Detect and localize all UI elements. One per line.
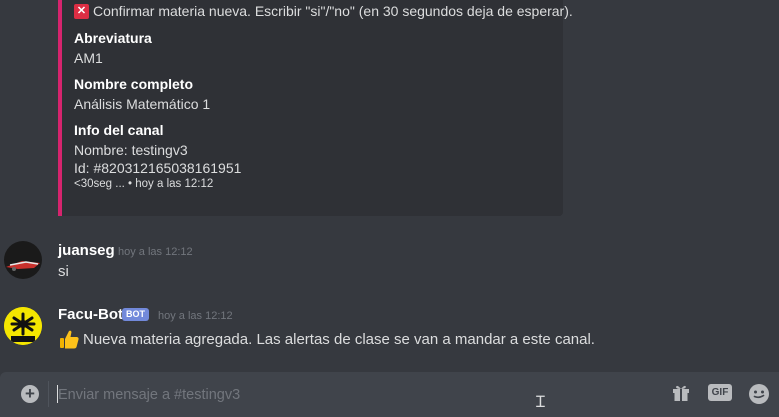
field-value-canal-nombre: Nombre: testingv3 [74,142,188,158]
text-caret [57,385,58,403]
add-attachment-icon[interactable]: + [21,385,39,403]
message-text: si [58,263,69,280]
message-text: Nueva materia agregada. Las alertas de c… [83,330,595,348]
message-content: Nueva materia agregada. Las alertas de c… [58,328,595,350]
gif-icon[interactable]: GIF [708,384,732,401]
field-name-info-canal: Info del canal [74,122,164,138]
username-juanseg[interactable]: juanseg [58,242,115,259]
field-value-nombre-completo: Análisis Matemático 1 [74,96,211,112]
bot-badge: BOT [122,308,149,321]
message-composer: + GIF [0,372,779,417]
avatar-facu-bot[interactable] [4,307,42,345]
avatar-juanseg[interactable] [4,241,42,279]
embed-title: ✕ Confirmar materia nueva. Escribir "si"… [74,3,573,19]
embed-footer: <30seg ... • hoy a las 12:12 [74,178,214,190]
gift-icon[interactable] [671,383,691,403]
composer-divider [48,381,49,407]
cross-mark-icon: ✕ [74,3,89,19]
field-value-canal-id: Id: #820312165038161951 [74,160,242,176]
timestamp: hoy a las 12:12 [158,310,233,322]
field-value-abreviatura: AM1 [74,50,103,66]
emoji-icon[interactable] [748,383,770,405]
timestamp: hoy a las 12:12 [118,246,193,258]
embed-title-text: Confirmar materia nueva. Escribir "si"/"… [93,3,573,19]
field-name-nombre-completo: Nombre completo [74,76,194,92]
field-name-abreviatura: Abreviatura [74,30,152,46]
embed-card: ✕ Confirmar materia nueva. Escribir "si"… [58,0,573,216]
username-facu-bot[interactable]: Facu-Bot [58,306,123,323]
text-cursor-icon: Ɪ [536,394,545,411]
thumbs-up-icon [60,330,79,349]
